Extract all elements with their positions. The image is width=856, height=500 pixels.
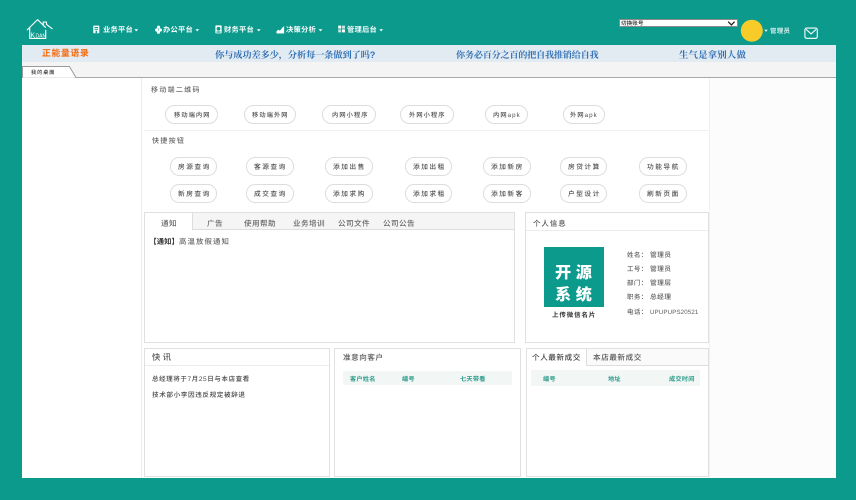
svg-text:DAN: DAN (36, 34, 47, 40)
